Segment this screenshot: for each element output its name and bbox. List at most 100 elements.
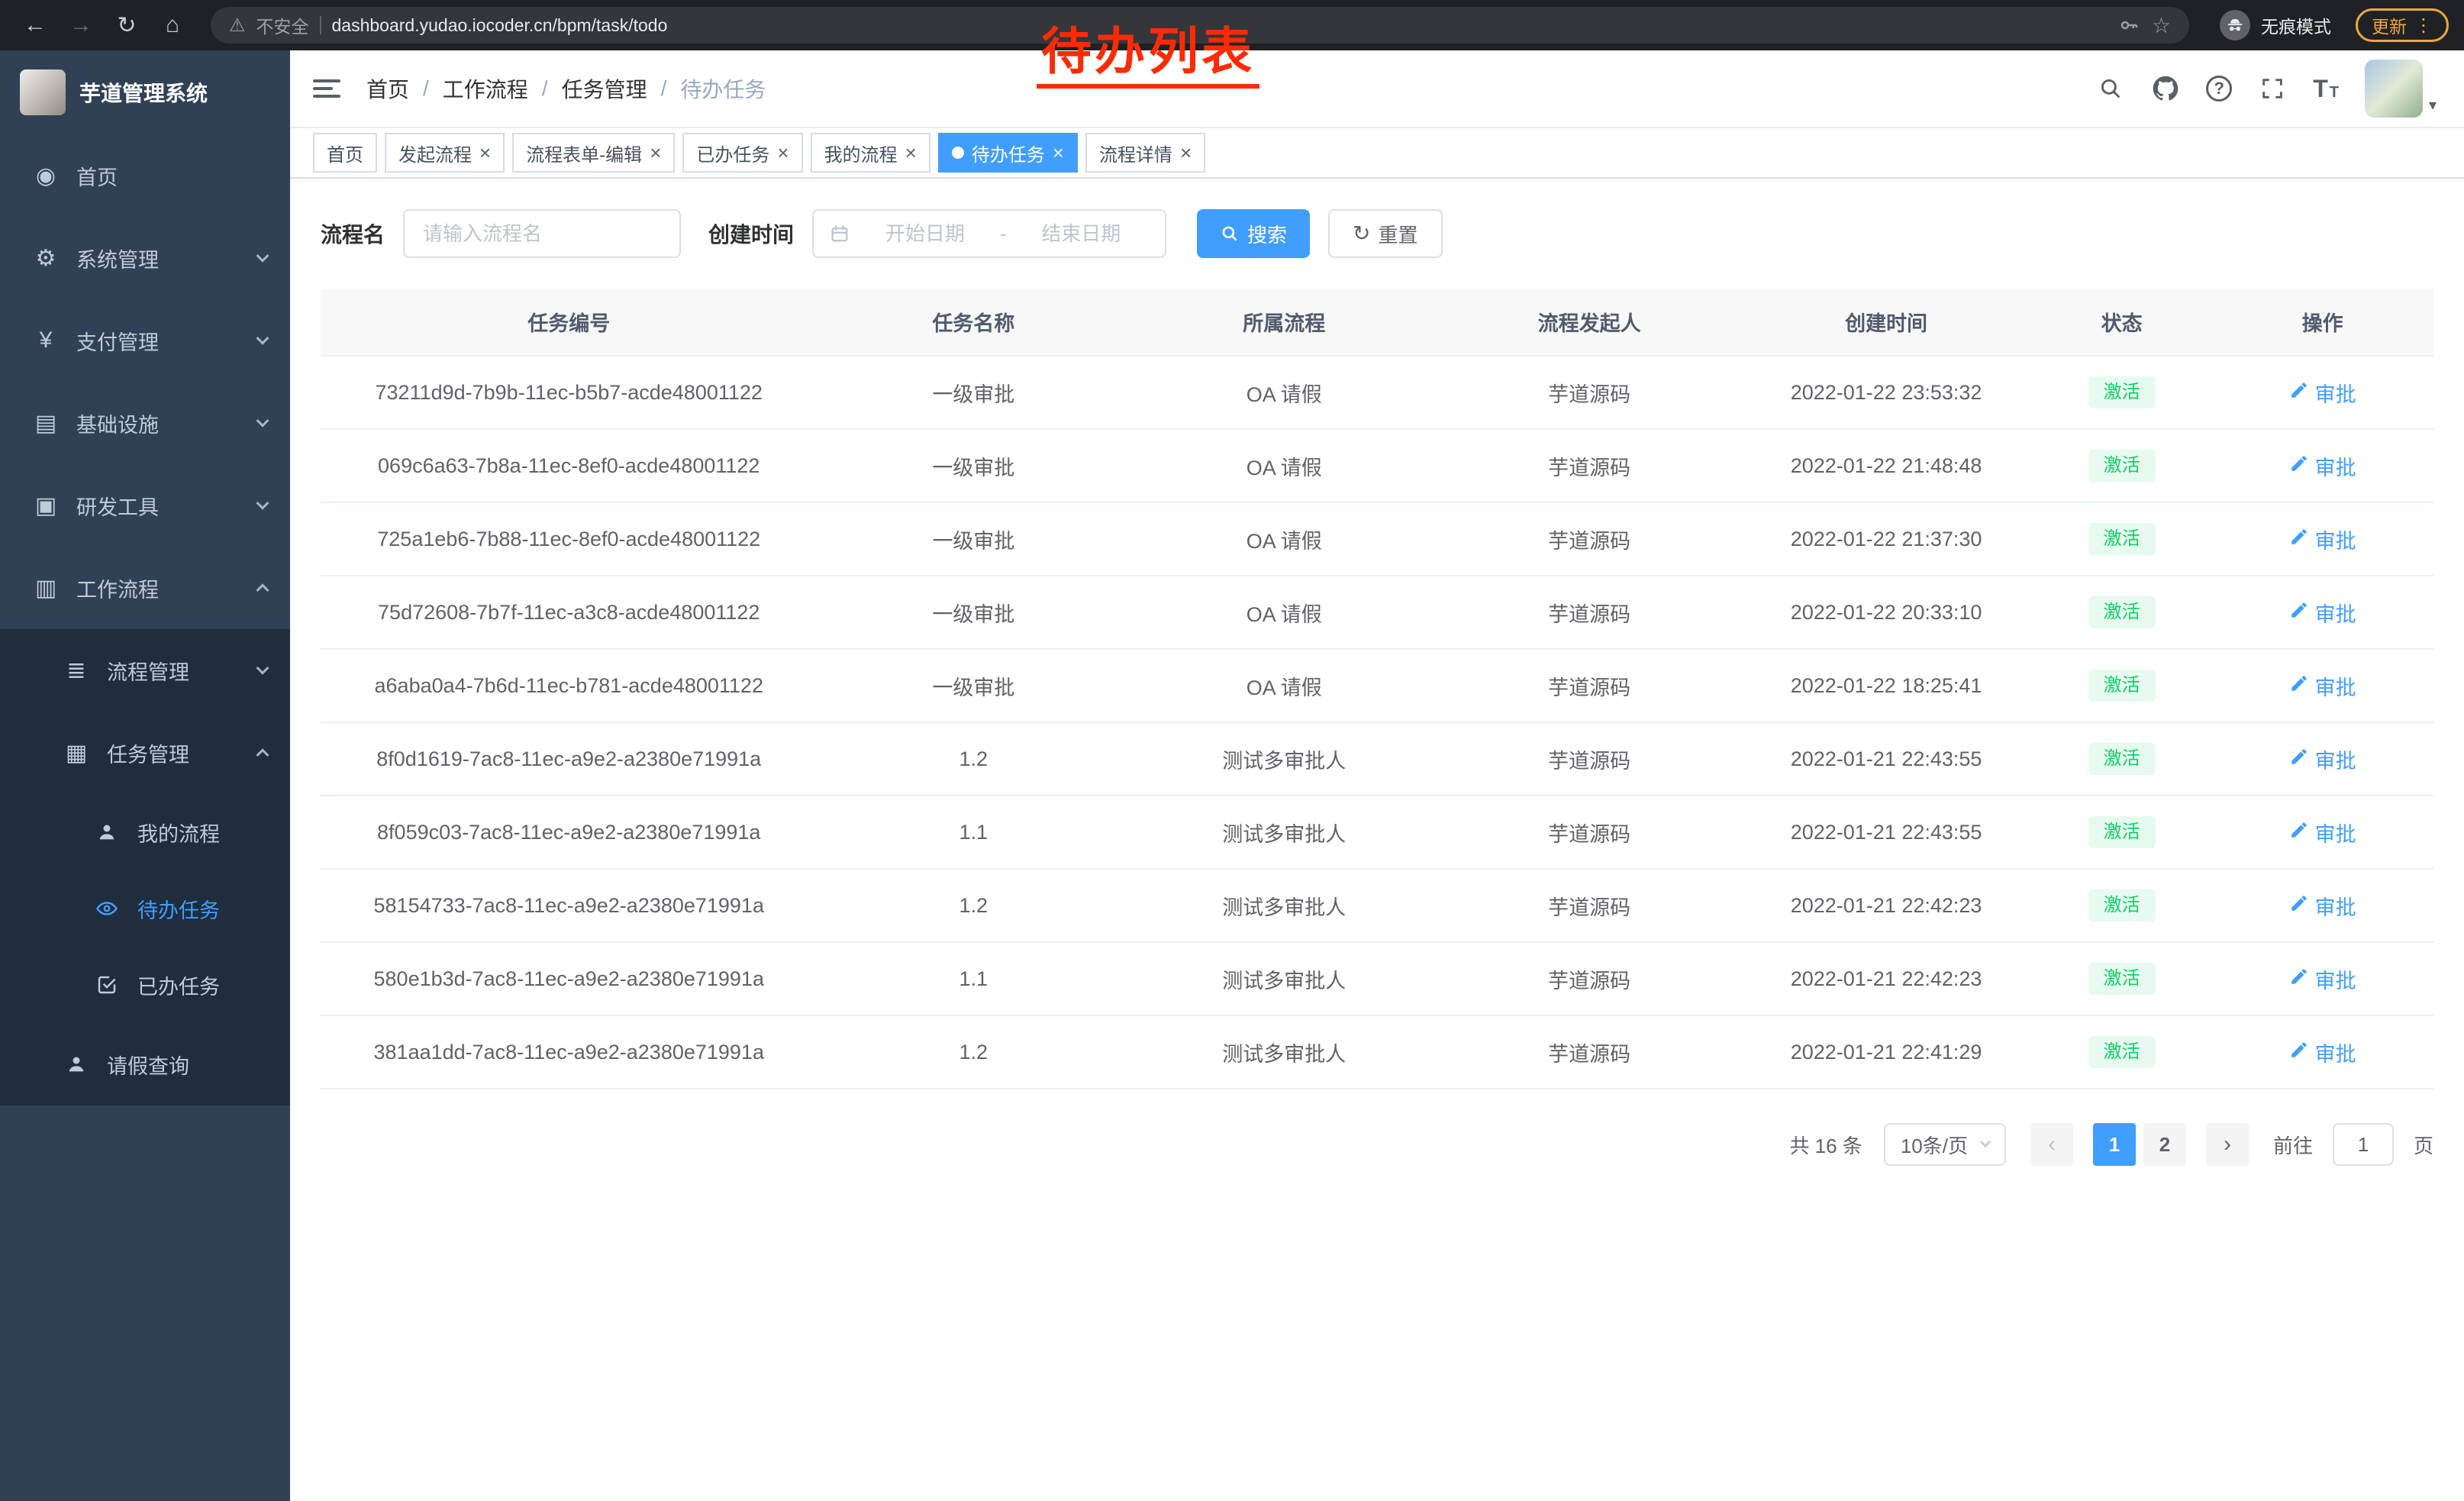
key-icon[interactable] — [2117, 13, 2141, 37]
user-menu[interactable]: ▾ — [2365, 60, 2437, 118]
chevron-down-icon — [256, 415, 269, 428]
sidebar-item-label: 首页 — [76, 161, 267, 191]
approve-link[interactable]: 审批 — [2289, 744, 2356, 774]
status-badge: 激活 — [2088, 743, 2156, 775]
sidebar-item[interactable]: 待办任务 — [0, 870, 290, 947]
sidebar-item[interactable]: ⚙系统管理 — [0, 217, 290, 299]
page-number-button[interactable]: 1 — [2093, 1123, 2136, 1166]
font-size-icon[interactable]: TT — [2313, 75, 2339, 103]
approve-link[interactable]: 审批 — [2289, 671, 2356, 701]
close-icon[interactable]: × — [905, 143, 917, 163]
page-number-button[interactable]: 2 — [2143, 1123, 2186, 1166]
cell-task-id: 58154733-7ac8-11ec-a9e2-a2380e71991a — [321, 869, 817, 942]
forward-icon[interactable]: → — [61, 5, 101, 45]
sidebar: 芋道管理系统 ◉首页⚙系统管理¥支付管理▤基础设施▣研发工具▥工作流程≣流程管理… — [0, 50, 290, 1501]
sidebar-item-label: 流程管理 — [107, 656, 258, 686]
reload-icon[interactable]: ↻ — [107, 5, 147, 45]
sidebar-item[interactable]: ▣研发工具 — [0, 464, 290, 547]
cell-process: OA 请假 — [1130, 576, 1438, 649]
close-icon[interactable]: × — [777, 143, 789, 163]
close-icon[interactable]: × — [1053, 143, 1064, 163]
approve-link[interactable]: 审批 — [2289, 1038, 2356, 1067]
approve-link[interactable]: 审批 — [2289, 525, 2356, 554]
cell-task-name: 1.1 — [817, 942, 1130, 1015]
cell-created: 2022-01-22 18:25:41 — [1740, 649, 2032, 722]
breadcrumb-item[interactable]: 首页 — [366, 73, 409, 104]
cell-task-id: 381aa1dd-7ac8-11ec-a9e2-a2380e71991a — [321, 1015, 817, 1089]
cell-task-name: 一级审批 — [817, 576, 1130, 649]
breadcrumb-item[interactable]: 工作流程 — [443, 73, 528, 104]
sidebar-item[interactable]: ≣流程管理 — [0, 629, 290, 712]
tab[interactable]: 已办任务× — [682, 133, 802, 173]
approve-link[interactable]: 审批 — [2289, 598, 2356, 628]
avatar[interactable] — [2365, 60, 2423, 118]
process-name-input[interactable] — [403, 209, 681, 258]
cell-created: 2022-01-21 22:43:55 — [1740, 796, 2032, 869]
approve-link[interactable]: 审批 — [2289, 964, 2356, 994]
fullscreen-icon[interactable] — [2258, 74, 2287, 103]
search-button[interactable]: 搜索 — [1197, 209, 1310, 258]
tab[interactable]: 流程表单-编辑 × — [512, 133, 675, 173]
sidebar-item[interactable]: ▦任务管理 — [0, 712, 290, 794]
sidebar-item[interactable]: 已办任务 — [0, 947, 290, 1023]
next-page-button[interactable]: › — [2206, 1123, 2249, 1166]
status-badge: 激活 — [2088, 670, 2156, 702]
prev-page-button[interactable]: ‹ — [2030, 1123, 2073, 1166]
start-date-input[interactable] — [856, 222, 994, 246]
calendar-icon — [829, 223, 850, 244]
sidebar-item[interactable]: 我的流程 — [0, 794, 290, 870]
page-size-select[interactable]: 10条/页 — [1884, 1123, 2006, 1166]
table-row: 069c6a63-7b8a-11ec-8ef0-acde48001122一级审批… — [321, 429, 2433, 502]
approve-link[interactable]: 审批 — [2289, 378, 2356, 408]
chevron-up-icon — [256, 748, 269, 761]
edit-icon — [2289, 967, 2309, 992]
incognito-badge[interactable]: 无痕模式 — [2208, 10, 2343, 40]
approve-link[interactable]: 审批 — [2289, 451, 2356, 481]
close-icon[interactable]: × — [479, 143, 491, 163]
back-icon[interactable]: ← — [15, 5, 55, 45]
sidebar-item[interactable]: ▤基础设施 — [0, 382, 290, 464]
tab[interactable]: 待办任务× — [938, 133, 1078, 173]
sidebar-toggle-icon[interactable] — [290, 50, 363, 127]
app-logo[interactable]: 芋道管理系统 — [0, 50, 290, 134]
table-header-row: 任务编号 任务名称 所属流程 流程发起人 创建时间 状态 操作 — [321, 289, 2433, 356]
cell-action: 审批 — [2211, 796, 2433, 869]
tab[interactable]: 流程详情× — [1085, 133, 1205, 173]
update-button[interactable]: 更新 ⋮ — [2356, 8, 2449, 42]
close-icon[interactable]: × — [1180, 143, 1192, 163]
cell-created: 2022-01-21 22:41:29 — [1740, 1015, 2032, 1089]
cell-task-id: 8f059c03-7ac8-11ec-a9e2-a2380e71991a — [321, 796, 817, 869]
sidebar-item[interactable]: 请假查询 — [0, 1023, 290, 1106]
breadcrumb-item[interactable]: 任务管理 — [562, 73, 647, 104]
sidebar-item[interactable]: ¥支付管理 — [0, 299, 290, 382]
approve-link[interactable]: 审批 — [2289, 818, 2356, 847]
tab[interactable]: 首页 — [313, 133, 377, 173]
status-badge: 激活 — [2088, 963, 2156, 995]
approve-link[interactable]: 审批 — [2289, 891, 2356, 921]
tab[interactable]: 发起流程× — [385, 133, 505, 173]
star-icon[interactable]: ☆ — [2152, 13, 2171, 38]
cell-initiator: 芋道源码 — [1438, 1015, 1740, 1089]
goto-page-input[interactable] — [2333, 1123, 2394, 1166]
navbar: 首页 / 工作流程 / 任务管理 / 待办任务 ? — [290, 50, 2464, 127]
help-icon[interactable]: ? — [2206, 76, 2232, 102]
date-range-picker[interactable]: - — [812, 209, 1166, 258]
chevron-down-icon — [256, 497, 269, 510]
address-bar[interactable]: ⚠ 不安全 dashboard.yudao.iocoder.cn/bpm/tas… — [211, 7, 2189, 44]
end-date-input[interactable] — [1012, 222, 1150, 246]
filter-bar: 流程名 创建时间 - 搜索 ↻ 重置 — [321, 209, 2433, 258]
cell-initiator: 芋道源码 — [1438, 722, 1740, 796]
tab[interactable]: 我的流程× — [811, 133, 930, 173]
more-menu-icon[interactable]: ⋮ — [2414, 15, 2433, 37]
page-numbers: 12 — [2093, 1123, 2186, 1166]
infrastructure-icon: ▤ — [31, 410, 61, 437]
sidebar-item[interactable]: ▥工作流程 — [0, 547, 290, 629]
reset-button[interactable]: ↻ 重置 — [1328, 209, 1442, 258]
github-icon[interactable] — [2151, 74, 2180, 103]
close-icon[interactable]: × — [650, 143, 661, 163]
tab-label: 流程表单-编辑 — [526, 140, 642, 166]
search-icon[interactable] — [2096, 74, 2125, 103]
sidebar-item[interactable]: ◉首页 — [0, 134, 290, 217]
system-icon: ⚙ — [31, 245, 61, 272]
home-icon[interactable]: ⌂ — [153, 5, 192, 45]
